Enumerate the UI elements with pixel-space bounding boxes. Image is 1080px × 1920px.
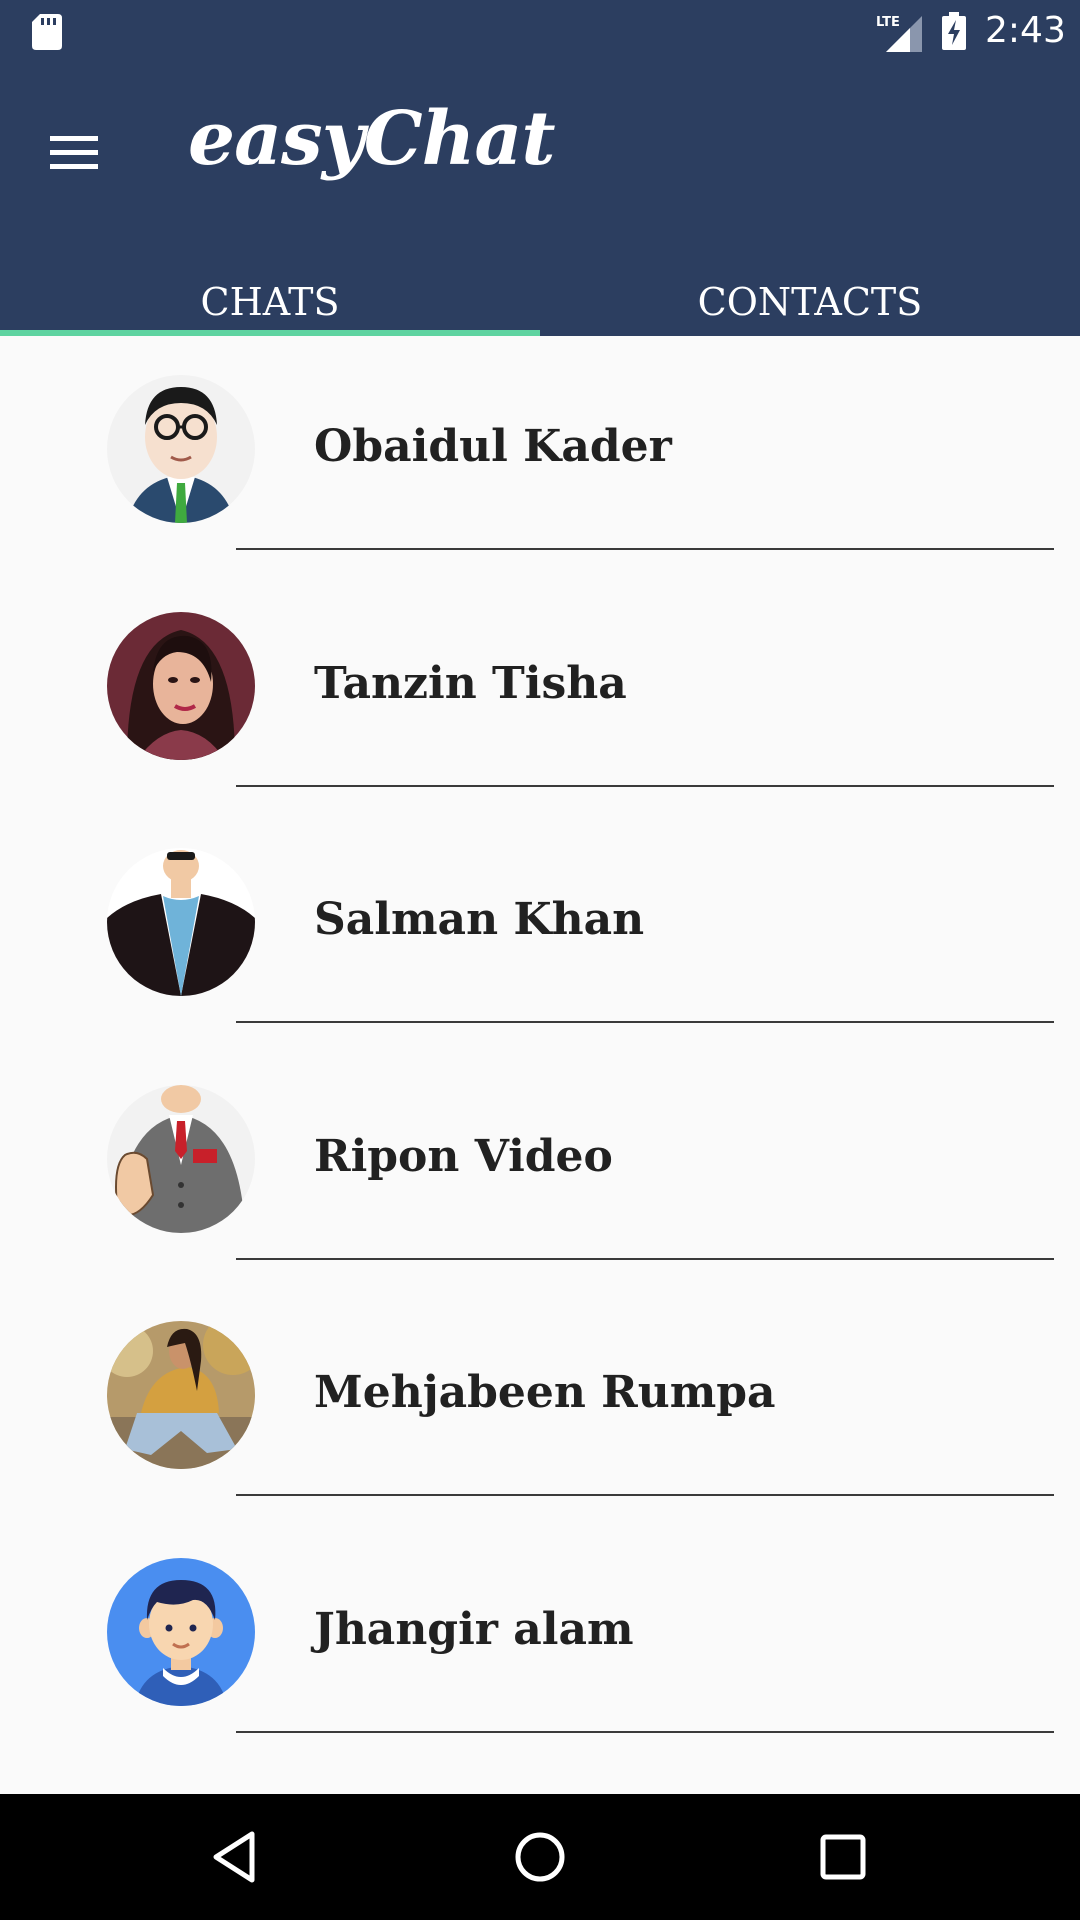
svg-text:LTE: LTE [876, 15, 900, 30]
divider [236, 1494, 1054, 1496]
menu-icon [50, 136, 98, 169]
back-icon[interactable] [200, 1822, 270, 1892]
cartoon-boy-blue-avatar [107, 1557, 255, 1706]
menu-button[interactable] [40, 118, 106, 184]
chat-item-obaidul-kader[interactable]: Obaidul Kader [0, 336, 1080, 573]
chat-name: Salman Khan [314, 894, 645, 945]
tab-contacts[interactable]: CONTACTS [540, 256, 1080, 336]
app-bar: easyChat CHATS CONTACTS [0, 66, 1080, 336]
navigation-bar [0, 1794, 1080, 1920]
lte-signal-icon: LTE [876, 15, 922, 52]
divider [236, 548, 1054, 550]
chat-item-salman-khan[interactable]: Salman Khan [0, 809, 1080, 1046]
chat-list[interactable]: Obaidul Kader Tanzin Tisha Salman Khan R… [0, 336, 1080, 1755]
chat-name: Obaidul Kader [314, 421, 672, 472]
divider [236, 1730, 1054, 1733]
cartoon-man-suit-hand-avatar [107, 1084, 255, 1233]
chat-name: Ripon Video [314, 1130, 613, 1182]
cartoon-man-jacket-avatar [107, 848, 255, 996]
divider [236, 784, 1054, 787]
chat-item-tanzin-tisha[interactable]: Tanzin Tisha [0, 573, 1080, 810]
battery-charging-icon [942, 12, 966, 50]
divider [236, 1021, 1054, 1023]
sd-card-icon [32, 14, 62, 50]
chat-name: Jhangir alam [314, 1603, 634, 1655]
status-bar: LTE 2:43 [0, 0, 1080, 66]
woman-portrait-avatar [107, 611, 255, 760]
chat-item-mehjabeen-rumpa[interactable]: Mehjabeen Rumpa [0, 1282, 1080, 1519]
cartoon-man-glasses-avatar [107, 375, 255, 523]
chat-name: Mehjabeen Rumpa [314, 1367, 776, 1418]
app-title: easyChat [188, 96, 556, 182]
home-icon[interactable] [505, 1822, 575, 1892]
woman-outdoor-photo-avatar [107, 1321, 255, 1469]
chat-item-ripon-video[interactable]: Ripon Video [0, 1046, 1080, 1283]
chat-item-jhangir-alam[interactable]: Jhangir alam [0, 1519, 1080, 1756]
recents-icon[interactable] [808, 1822, 878, 1892]
divider [236, 1257, 1054, 1260]
status-time: 2:43 [985, 10, 1066, 51]
tab-chats[interactable]: CHATS [0, 256, 540, 336]
chat-name: Tanzin Tisha [314, 657, 627, 709]
